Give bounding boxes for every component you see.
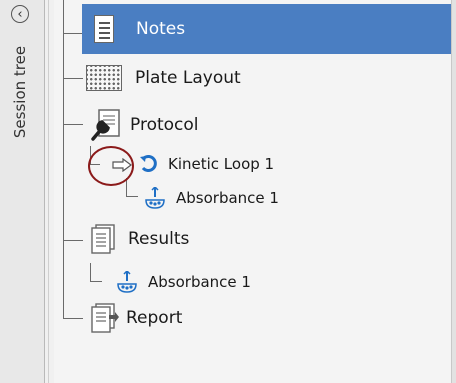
tree-item-notes[interactable]: Notes	[94, 15, 185, 43]
wrench-document-icon	[90, 108, 124, 142]
tree-item-plate-layout[interactable]: Plate Layout	[86, 65, 241, 91]
session-tree-title: Session tree	[11, 45, 29, 139]
tree-connector	[63, 318, 83, 319]
tree-connector	[63, 33, 83, 34]
tree-connector	[90, 263, 91, 281]
tree-item-results[interactable]: Results	[90, 224, 189, 254]
tree-item-label: Plate Layout	[135, 68, 241, 88]
chevron-left-icon[interactable]: ‹	[11, 5, 29, 23]
report-icon	[90, 303, 120, 333]
tree-connector	[63, 78, 83, 79]
absorbance-icon	[144, 185, 166, 209]
tree-item-label: Protocol	[130, 115, 199, 135]
rail-divider	[48, 0, 49, 383]
notes-icon	[94, 15, 114, 43]
tree-connector	[63, 240, 83, 241]
tree-connector	[90, 281, 102, 282]
tree-item-label: Kinetic Loop 1	[168, 155, 275, 173]
loop-icon	[138, 153, 160, 175]
document-icon	[90, 224, 116, 254]
tree-item-label: Absorbance 1	[148, 273, 251, 291]
tree-item-label: Absorbance 1	[176, 189, 279, 207]
session-tree-rail: ‹ Session tree	[0, 0, 45, 383]
tree-connector	[126, 196, 138, 197]
tree-connector	[63, 0, 64, 318]
tree-item-protocol[interactable]: Protocol	[90, 108, 199, 142]
tree-item-absorbance-results[interactable]: Absorbance 1	[116, 269, 251, 293]
tree-item-kinetic-loop[interactable]: Kinetic Loop 1	[112, 153, 274, 175]
absorbance-icon	[116, 269, 138, 293]
tree-item-report[interactable]: Report	[90, 303, 182, 333]
plate-layout-icon	[86, 65, 122, 91]
panel-right-edge	[451, 0, 456, 383]
tree-item-label: Report	[126, 308, 183, 328]
tree-connector	[63, 124, 83, 125]
tree-item-label: Notes	[136, 19, 186, 39]
tree-item-label: Results	[128, 229, 190, 249]
annotation-circle	[88, 146, 134, 186]
session-tree-panel: Notes Plate Layout Protocol Kinetic Loop…	[54, 0, 456, 383]
tree-item-absorbance-protocol[interactable]: Absorbance 1	[144, 185, 279, 209]
